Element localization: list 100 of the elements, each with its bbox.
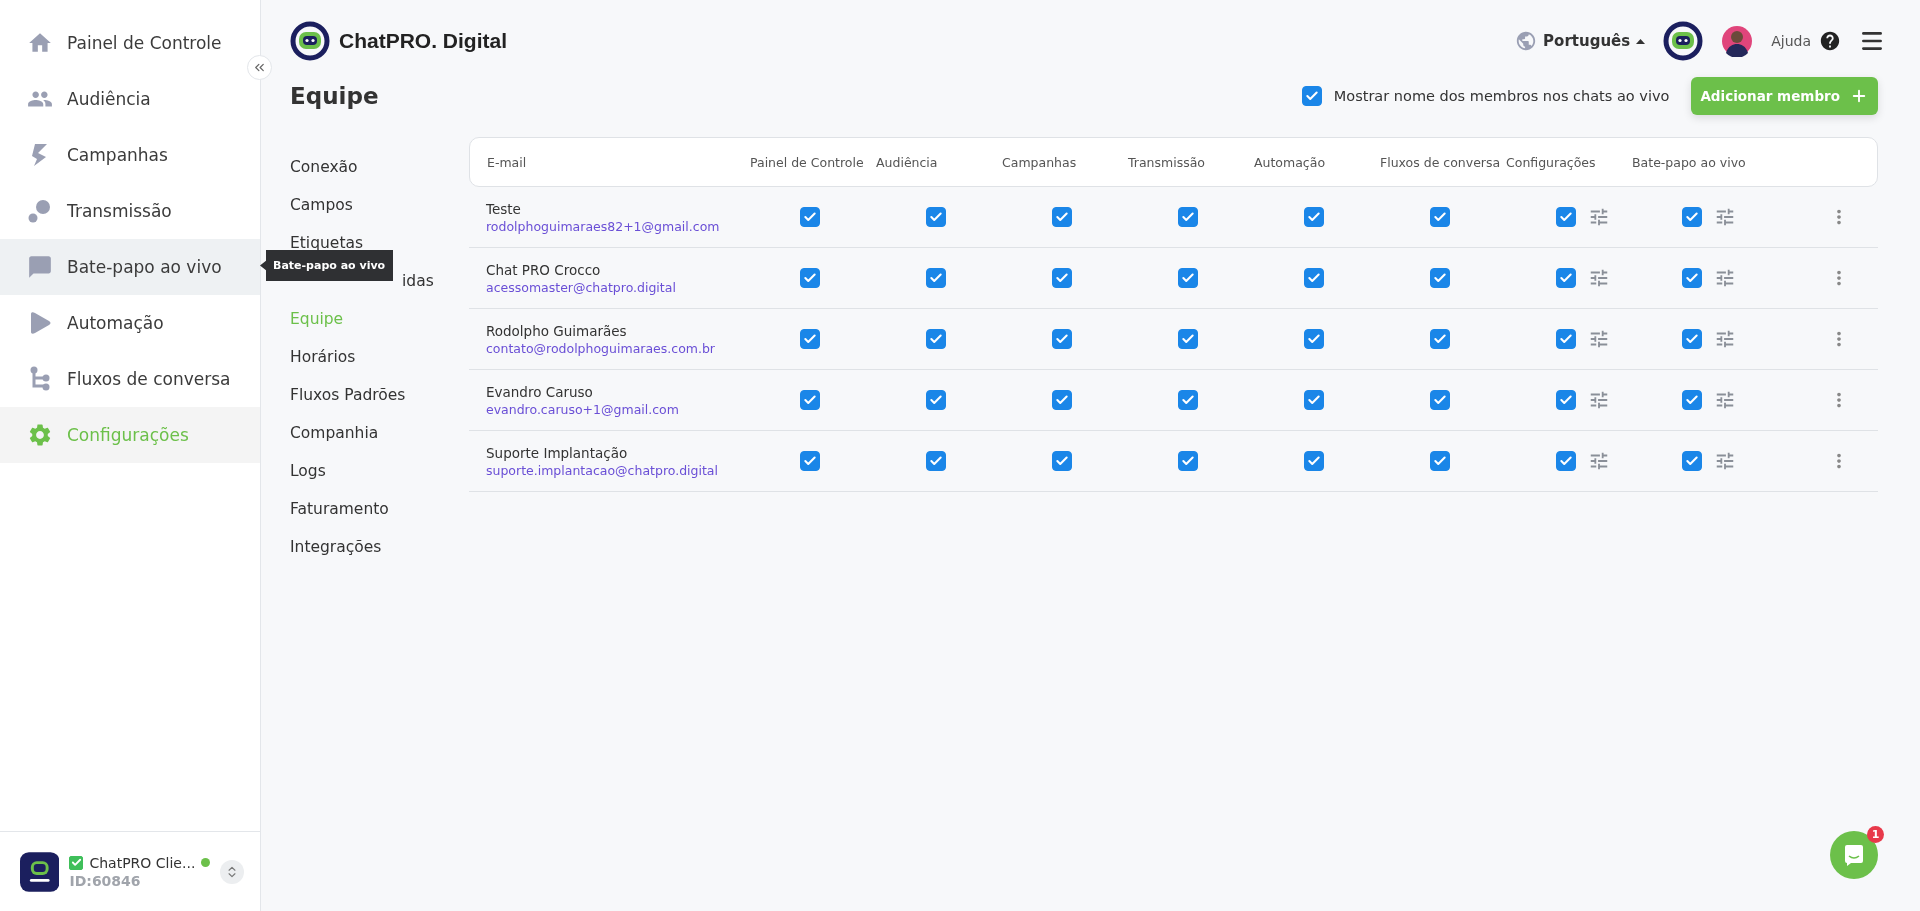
settings-icon[interactable]	[1714, 389, 1736, 411]
dots-icon	[27, 198, 53, 224]
member-name: Teste	[486, 200, 522, 217]
permission-checkbox[interactable]	[1304, 268, 1324, 288]
check-icon	[1433, 210, 1447, 224]
settings-icon[interactable]	[1714, 450, 1736, 472]
permission-checkbox[interactable]	[1052, 207, 1072, 227]
permission-checkbox[interactable]	[1682, 390, 1702, 410]
check-icon	[929, 393, 943, 407]
sidebar-item[interactable]: Automação	[0, 295, 260, 351]
permission-checkbox[interactable]	[1430, 451, 1450, 471]
settings-nav-link[interactable]: Horários	[290, 338, 469, 376]
account-name: ChatPRO Clie...	[89, 854, 196, 871]
permission-checkbox[interactable]	[800, 207, 820, 227]
show-names-checkbox[interactable]	[1301, 86, 1322, 106]
member-email: suporte.implantacao@chatpro.digital	[486, 462, 719, 478]
column-header: Audiência	[876, 154, 939, 170]
permission-checkbox[interactable]	[1178, 451, 1198, 471]
settings-nav-link[interactable]: Faturamento	[290, 490, 469, 528]
check-icon	[1181, 210, 1195, 224]
settings-icon[interactable]	[1588, 206, 1610, 228]
permission-checkbox[interactable]	[1430, 268, 1450, 288]
permission-checkbox[interactable]	[926, 268, 946, 288]
caret-icon	[1636, 38, 1646, 44]
member-email: acessomaster@chatpro.digital	[486, 279, 677, 295]
check-icon	[1433, 332, 1447, 346]
check-icon	[1559, 393, 1573, 407]
permission-checkbox[interactable]	[1556, 268, 1576, 288]
permission-checkbox[interactable]	[800, 390, 820, 410]
check-icon	[803, 393, 817, 407]
settings-nav-link[interactable]: Integrações	[290, 528, 469, 566]
permission-checkbox[interactable]	[1304, 207, 1324, 227]
permission-checkbox[interactable]	[1556, 451, 1576, 471]
settings-icon[interactable]	[1588, 389, 1610, 411]
check-icon	[929, 454, 943, 468]
settings-icon[interactable]	[1588, 267, 1610, 289]
column-header: Transmissão	[1128, 154, 1206, 170]
permission-checkbox[interactable]	[1178, 390, 1198, 410]
check-icon	[1433, 393, 1447, 407]
permission-checkbox[interactable]	[926, 451, 946, 471]
check-icon	[803, 210, 817, 224]
settings-icon[interactable]	[1714, 267, 1736, 289]
check-icon	[1055, 454, 1069, 468]
permission-checkbox[interactable]	[1304, 329, 1324, 349]
settings-nav-link[interactable]: Companhia	[290, 414, 469, 452]
check-icon	[803, 454, 817, 468]
permission-checkbox[interactable]	[800, 268, 820, 288]
permission-checkbox[interactable]	[1052, 390, 1072, 410]
member-email: rodolphoguimaraes82+1@gmail.com	[486, 218, 721, 234]
avatar[interactable]	[1721, 25, 1754, 57]
help-icon	[1819, 30, 1841, 52]
chat-widget-button[interactable]	[1830, 831, 1878, 879]
member-name: Evandro Caruso	[486, 383, 594, 400]
permission-checkbox[interactable]	[1556, 390, 1576, 410]
permission-checkbox[interactable]	[1682, 268, 1702, 288]
permission-checkbox[interactable]	[1430, 390, 1450, 410]
permission-checkbox[interactable]	[1052, 329, 1072, 349]
account-switcher-button[interactable]	[220, 859, 244, 884]
permission-checkbox[interactable]	[926, 329, 946, 349]
page-title: Equipe	[290, 83, 379, 109]
sidebar-item[interactable]: Bate-papo ao vivo	[0, 239, 260, 295]
settings-icon[interactable]	[1714, 206, 1736, 228]
permission-checkbox[interactable]	[1178, 268, 1198, 288]
settings-icon[interactable]	[1588, 328, 1610, 350]
check-icon	[929, 271, 943, 285]
permission-checkbox[interactable]	[1556, 207, 1576, 227]
gear-icon	[27, 422, 53, 448]
help-button[interactable]: Ajuda	[1771, 30, 1841, 52]
sidebar-item[interactable]: Audiência	[0, 71, 260, 127]
permission-checkbox[interactable]	[1682, 329, 1702, 349]
permission-checkbox[interactable]	[1178, 207, 1198, 227]
collapse-button[interactable]	[247, 55, 272, 80]
permission-checkbox[interactable]	[926, 207, 946, 227]
check-icon	[1304, 89, 1319, 103]
sidebar-item[interactable]: Campanhas	[0, 127, 260, 183]
permission-checkbox[interactable]	[926, 390, 946, 410]
settings-icon[interactable]	[1588, 450, 1610, 472]
permission-checkbox[interactable]	[1556, 329, 1576, 349]
settings-nav-link[interactable]: Campos	[290, 186, 469, 224]
permission-checkbox[interactable]	[1052, 268, 1072, 288]
permission-checkbox[interactable]	[1052, 451, 1072, 471]
sidebar-item[interactable]: Painel de Controle	[0, 15, 260, 71]
permission-checkbox[interactable]	[1304, 451, 1324, 471]
settings-nav-link[interactable]: Fluxos Padrões	[290, 376, 469, 414]
settings-icon[interactable]	[1714, 328, 1736, 350]
permission-checkbox[interactable]	[1304, 390, 1324, 410]
permission-checkbox[interactable]	[1682, 207, 1702, 227]
permission-checkbox[interactable]	[1178, 329, 1198, 349]
sidebar-item[interactable]: Fluxos de conversa	[0, 351, 260, 407]
settings-nav-link[interactable]: Logs	[290, 452, 469, 490]
sidebar-item[interactable]: Transmissão	[0, 183, 260, 239]
permission-checkbox[interactable]	[800, 329, 820, 349]
permission-checkbox[interactable]	[800, 451, 820, 471]
check-icon	[1181, 393, 1195, 407]
language-selector[interactable]: Português	[1515, 30, 1646, 52]
permission-checkbox[interactable]	[1430, 207, 1450, 227]
robot-logo-icon	[1663, 21, 1704, 61]
settings-nav-link[interactable]: Conexão	[290, 148, 469, 186]
permission-checkbox[interactable]	[1682, 451, 1702, 471]
permission-checkbox[interactable]	[1430, 329, 1450, 349]
